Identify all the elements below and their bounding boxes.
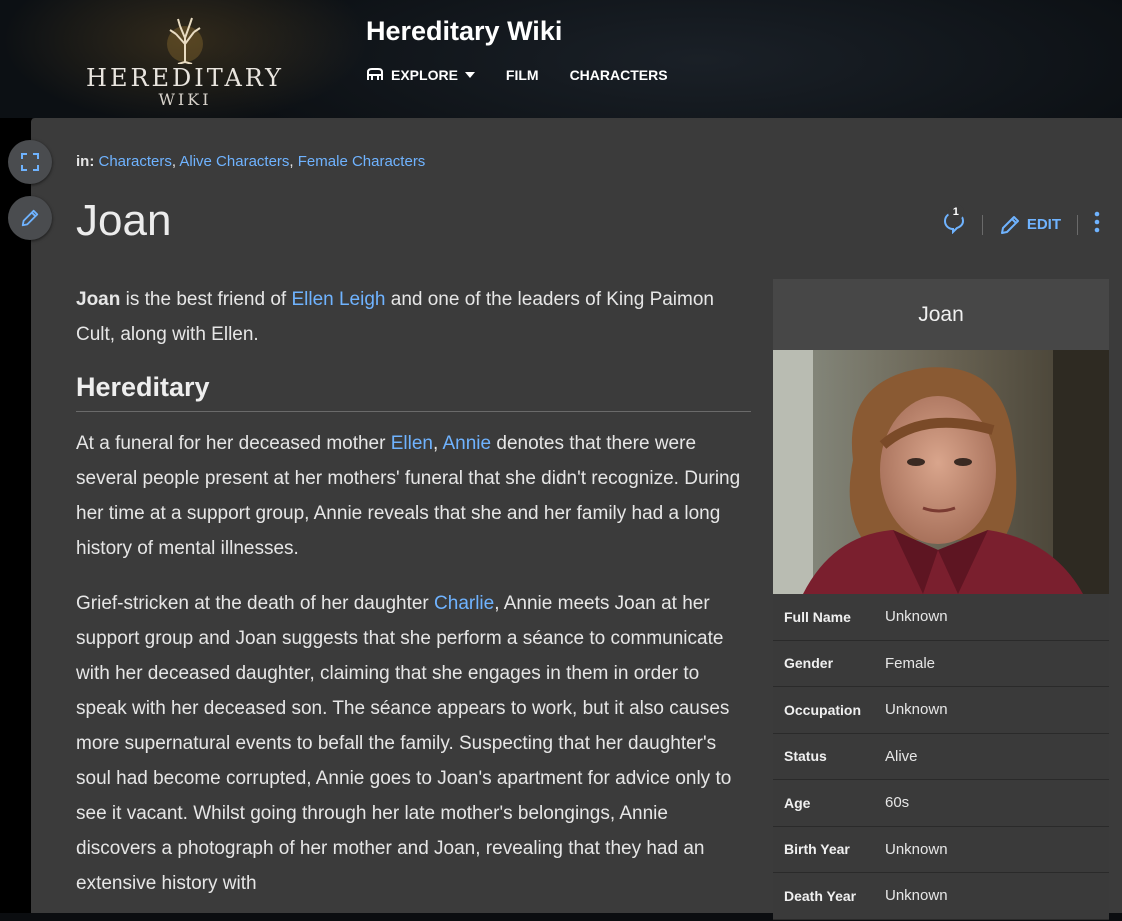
nav-film-label: FILM: [505, 67, 539, 83]
pencil-icon: [1000, 215, 1019, 234]
explore-icon: [367, 68, 383, 80]
expand-icon: [21, 153, 39, 171]
text-span: is the best friend of: [120, 289, 292, 310]
nav-explore-label: Explore: [391, 67, 458, 83]
row-value: 60s: [885, 794, 910, 812]
wiki-title[interactable]: Hereditary Wiki: [366, 16, 562, 47]
article-link[interactable]: Charlie: [434, 593, 494, 614]
nav-characters[interactable]: CHARACTERS: [570, 67, 668, 83]
quick-edit-button[interactable]: [8, 196, 52, 240]
row-label: Full Name: [784, 608, 851, 625]
divider: [981, 214, 983, 235]
row-label: Birth Year: [784, 841, 850, 858]
infobox-row: Gender Female: [773, 640, 1109, 687]
infobox-row: Full Name Unknown: [773, 594, 1109, 641]
row-label: Occupation: [784, 701, 862, 718]
infobox-row: Occupation Unknown: [773, 687, 1109, 734]
infobox-title: Joan: [773, 279, 1109, 350]
infobox-row: Birth Year Unknown: [773, 826, 1109, 873]
page-actions: 1 EDIT: [942, 204, 1100, 239]
intro-paragraph: Joan is the best friend of Ellen Leigh a…: [76, 282, 751, 352]
wiki-logo[interactable]: HEREDITARY WIKI: [60, 12, 310, 109]
divider: [1077, 214, 1078, 235]
comments-button[interactable]: 1: [942, 204, 966, 239]
text-span: ,: [432, 433, 443, 454]
comment-count-badge: 1: [947, 204, 964, 220]
bold-name: Joan: [76, 289, 121, 310]
row-value: Unknown: [885, 701, 948, 719]
paragraph: Grief-stricken at the death of her daugh…: [76, 586, 751, 901]
site-header: HEREDITARY WIKI Hereditary Wiki Explore …: [0, 0, 1122, 118]
character-photo[interactable]: [773, 350, 1109, 594]
fullscreen-button[interactable]: [8, 140, 52, 184]
article-link[interactable]: Ellen: [391, 433, 433, 454]
category-link[interactable]: Characters: [99, 153, 172, 170]
logo-text: HEREDITARY: [86, 64, 284, 92]
nav-film[interactable]: FILM: [506, 67, 539, 83]
row-label: Gender: [784, 655, 834, 672]
row-value: Unknown: [885, 887, 948, 905]
tree-logo-icon: [167, 17, 203, 64]
more-options-button[interactable]: [1094, 211, 1100, 238]
breadcrumb-separator: ,: [289, 153, 294, 170]
edit-label: EDIT: [1026, 216, 1061, 233]
category-link[interactable]: Alive Characters: [179, 153, 289, 170]
row-value: Unknown: [885, 608, 948, 626]
row-value: Alive: [885, 747, 918, 765]
article-link[interactable]: Annie: [443, 433, 492, 454]
row-label: Age: [784, 794, 811, 811]
row-value: Unknown: [885, 840, 948, 858]
text-span: At a funeral for her deceased mother: [76, 433, 391, 454]
category-link[interactable]: Female Characters: [298, 153, 426, 170]
logo-subtext: WIKI: [158, 90, 212, 109]
infobox-row: Age 60s: [773, 780, 1109, 827]
breadcrumb-prefix: in:: [76, 153, 95, 170]
row-label: Status: [784, 748, 827, 765]
category-breadcrumb: in: Characters, Alive Characters, Female…: [76, 153, 425, 170]
article-page: in: Characters, Alive Characters, Female…: [31, 118, 1122, 920]
article-link[interactable]: Ellen Leigh: [291, 289, 385, 310]
nav-characters-label: CHARACTERS: [569, 67, 668, 83]
chevron-down-icon: [464, 72, 475, 78]
text-span: Grief-stricken at the death of her daugh…: [76, 593, 435, 614]
nav-explore[interactable]: Explore: [366, 67, 475, 83]
main-nav: Explore FILM CHARACTERS: [366, 67, 699, 83]
infobox-row: Status Alive: [773, 733, 1109, 780]
edit-button[interactable]: EDIT: [999, 214, 1061, 236]
more-vertical-icon: [1094, 211, 1100, 233]
pencil-icon: [21, 209, 39, 227]
page-title: Joan: [76, 196, 172, 245]
row-label: Death Year: [784, 887, 857, 904]
row-value: Female: [885, 654, 936, 672]
text-span: , Annie meets Joan at her support group …: [76, 593, 732, 894]
character-infobox: Joan Full Name Unknown Gender Female Occ…: [773, 279, 1109, 920]
breadcrumb-separator: ,: [171, 153, 177, 170]
article-content: Joan is the best friend of Ellen Leigh a…: [76, 282, 751, 921]
section-heading: Hereditary: [76, 372, 751, 412]
paragraph: At a funeral for her deceased mother Ell…: [76, 426, 751, 566]
